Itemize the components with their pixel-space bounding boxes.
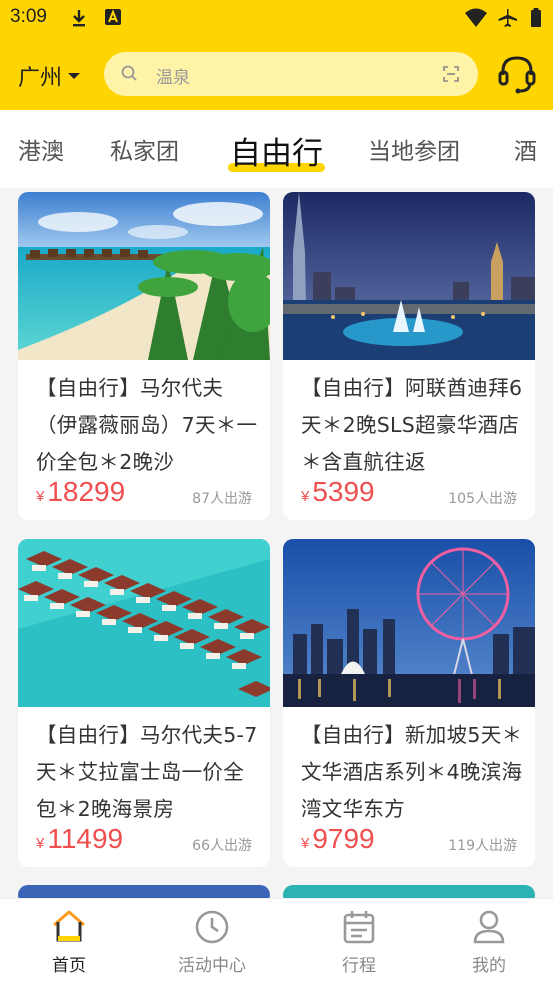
product-card[interactable]: 【自由行】马尔代夫5-7天＊艾拉富士岛一价全包＊2晚海景房 ¥11499 66人… bbox=[18, 539, 270, 867]
travelers-count: 87人出游 bbox=[192, 491, 252, 507]
nav-profile[interactable]: 我的 bbox=[420, 899, 553, 983]
category-tabs: 港澳 私家团 自由行 当地参团 酒 bbox=[0, 110, 553, 188]
tab-hotel[interactable]: 酒 bbox=[514, 132, 537, 166]
customer-service-icon[interactable] bbox=[496, 53, 538, 99]
nav-label: 行程 bbox=[342, 956, 376, 976]
download-icon bbox=[70, 8, 88, 32]
nav-home[interactable]: 首页 bbox=[0, 899, 138, 983]
calendar-icon bbox=[342, 909, 376, 949]
tab-private-group[interactable]: 私家团 bbox=[110, 132, 179, 166]
product-image bbox=[283, 539, 535, 707]
product-title: 【自由行】新加坡5天＊文华酒店系列＊4晚滨海湾文华东方 bbox=[301, 723, 523, 821]
tab-local-tour[interactable]: 当地参团 bbox=[368, 132, 460, 166]
product-image bbox=[283, 192, 535, 360]
bottom-navigation: 首页 活动中心 行程 我的 bbox=[0, 898, 553, 983]
chevron-down-icon bbox=[68, 73, 81, 79]
product-image bbox=[18, 539, 270, 707]
tab-hongkong-macau[interactable]: 港澳 bbox=[18, 132, 64, 166]
nav-label: 首页 bbox=[52, 956, 86, 976]
top-bar: 广州 温泉 bbox=[0, 50, 553, 98]
search-icon bbox=[120, 64, 140, 88]
search-bar[interactable]: 温泉 bbox=[104, 52, 478, 96]
status-time: 3:09 bbox=[10, 6, 47, 27]
product-image bbox=[18, 192, 270, 360]
nav-itinerary[interactable]: 行程 bbox=[290, 899, 428, 983]
product-title: 【自由行】阿联酋迪拜6天＊2晚SLS超豪华酒店＊含直航往返 bbox=[301, 376, 523, 474]
nav-label: 我的 bbox=[472, 956, 506, 976]
app-notification-icon bbox=[104, 8, 122, 30]
header: 3:09 广州 温泉 bbox=[0, 0, 553, 110]
product-title: 【自由行】马尔代夫5-7天＊艾拉富士岛一价全包＊2晚海景房 bbox=[36, 723, 258, 821]
product-card[interactable]: 【自由行】新加坡5天＊文华酒店系列＊4晚滨海湾文华东方 ¥9799 119人出游 bbox=[283, 539, 535, 867]
airplane-mode-icon bbox=[496, 8, 518, 32]
city-label: 广州 bbox=[18, 66, 63, 91]
tab-independent-travel[interactable]: 自由行 bbox=[228, 128, 325, 173]
user-icon bbox=[472, 909, 506, 949]
home-icon bbox=[51, 909, 87, 947]
nav-label: 活动中心 bbox=[178, 956, 246, 976]
city-selector[interactable]: 广州 bbox=[18, 60, 81, 92]
scan-icon[interactable] bbox=[442, 65, 460, 87]
product-title: 【自由行】马尔代夫（伊露薇丽岛）7天＊一价全包＊2晚沙 bbox=[36, 376, 258, 474]
product-price: ¥11499 bbox=[36, 823, 124, 854]
search-placeholder: 温泉 bbox=[156, 68, 190, 88]
product-price: ¥18299 bbox=[36, 476, 126, 507]
product-price: ¥9799 bbox=[301, 823, 375, 854]
travelers-count: 119人出游 bbox=[448, 838, 517, 854]
status-bar: 3:09 bbox=[0, 0, 553, 36]
product-card[interactable]: 【自由行】阿联酋迪拜6天＊2晚SLS超豪华酒店＊含直航往返 ¥5399 105人… bbox=[283, 192, 535, 520]
nav-activity-center[interactable]: 活动中心 bbox=[143, 899, 281, 983]
clock-icon bbox=[194, 909, 230, 949]
battery-icon bbox=[530, 8, 542, 32]
travelers-count: 66人出游 bbox=[192, 838, 252, 854]
product-card[interactable]: 【自由行】马尔代夫（伊露薇丽岛）7天＊一价全包＊2晚沙 ¥18299 87人出游 bbox=[18, 192, 270, 520]
product-price: ¥5399 bbox=[301, 476, 375, 507]
wifi-icon bbox=[464, 8, 488, 32]
travelers-count: 105人出游 bbox=[448, 491, 517, 507]
